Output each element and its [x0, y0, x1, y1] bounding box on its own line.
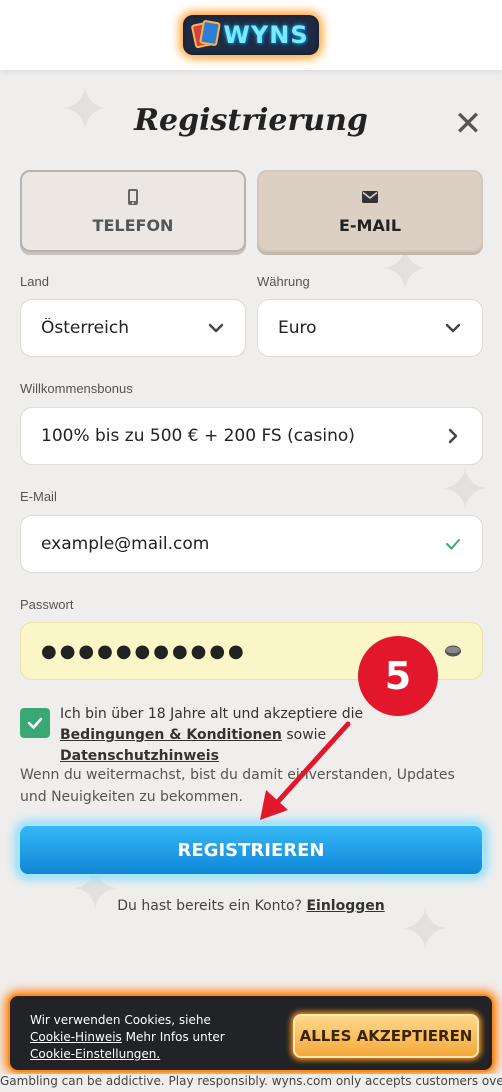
bonus-label: Willkommensbonus [20, 381, 133, 396]
accept-cookies-button[interactable]: ALLES AKZEPTIEREN [293, 1014, 479, 1058]
phone-icon [128, 188, 138, 205]
cookie-middle: Mehr Infos unter [125, 1030, 225, 1044]
register-button[interactable]: REGISTRIEREN [18, 824, 484, 876]
top-bar: WYNS [0, 0, 502, 70]
check-icon [446, 539, 460, 550]
email-label: E-Mail [20, 489, 57, 504]
terms-checkbox[interactable] [20, 708, 50, 738]
password-label: Passwort [20, 597, 74, 612]
page-title: Registrierung [134, 103, 368, 138]
chevron-down-icon [208, 323, 224, 333]
tab-telefon-label: TELEFON [92, 215, 174, 235]
tab-telefon[interactable]: TELEFON [20, 170, 246, 252]
cookie-settings-link[interactable]: Cookie-Einstellungen. [30, 1047, 160, 1061]
logo-text: WYNS [223, 21, 309, 49]
close-icon[interactable]: ✕ [452, 104, 484, 144]
currency-select[interactable]: Euro [257, 299, 483, 357]
currency-label: Währung [257, 274, 310, 289]
country-label: Land [20, 274, 49, 289]
background-star-icon: ✦ [440, 455, 491, 525]
login-link[interactable]: Einloggen [306, 898, 384, 914]
responsible-gambling-footer: Gambling can be addictive. Play responsi… [0, 1074, 502, 1092]
privacy-link[interactable]: Datenschutzhinweis [60, 748, 219, 764]
terms-link[interactable]: Bedingungen & Konditionen [60, 727, 282, 743]
bonus-select[interactable]: 100% bis zu 500 € + 200 FS (casino) [20, 407, 483, 465]
chevron-right-icon [448, 428, 458, 444]
arrow-icon [260, 721, 351, 820]
cookie-prefix: Wir verwenden Cookies, siehe [30, 1013, 211, 1027]
updates-notice: Wenn du weitermachst, bist du damit einv… [20, 767, 455, 805]
cards-icon [191, 19, 222, 49]
country-value: Österreich [41, 318, 129, 338]
tab-email[interactable]: E-MAIL [257, 170, 483, 252]
login-prompt-text: Du hast bereits ein Konto? [117, 898, 302, 914]
tab-email-label: E-MAIL [338, 215, 402, 235]
email-value: example@mail.com [41, 534, 210, 554]
email-field[interactable]: example@mail.com [20, 515, 483, 573]
step-badge: 5 [358, 636, 438, 716]
currency-value: Euro [278, 318, 317, 338]
cookie-text: Wir verwenden Cookies, siehe Cookie-Hinw… [30, 1012, 270, 1063]
country-select[interactable]: Österreich [20, 299, 246, 357]
chevron-down-icon [445, 323, 461, 333]
cookie-banner: Wir verwenden Cookies, siehe Cookie-Hinw… [8, 994, 494, 1072]
bonus-value: 100% bis zu 500 € + 200 FS (casino) [41, 426, 355, 446]
eye-icon[interactable] [444, 642, 462, 660]
mail-icon [362, 190, 378, 203]
login-prompt: Du hast bereits ein Konto? Einloggen [0, 898, 502, 914]
wyns-logo[interactable]: WYNS [183, 15, 319, 55]
checkmark-icon [27, 717, 43, 729]
cookie-hint-link[interactable]: Cookie-Hinweis [30, 1030, 122, 1044]
